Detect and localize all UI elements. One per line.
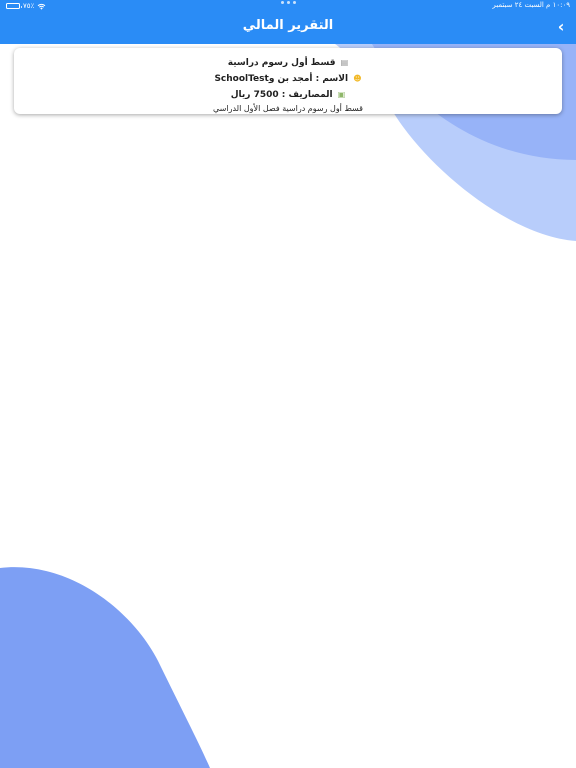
background-decoration xyxy=(0,44,576,768)
status-bar: ٧٥٪ ١٠:٠٩ م السبت ٢٤ سبتمبر xyxy=(0,0,576,12)
money-icon: ▣ xyxy=(337,90,346,99)
wifi-icon xyxy=(37,3,46,10)
battery-percent: ٧٥٪ xyxy=(23,2,35,10)
installment-title: قسط أول رسوم دراسية xyxy=(227,58,336,68)
document-icon: ▤ xyxy=(340,58,349,67)
status-icons: ٧٥٪ xyxy=(6,2,46,10)
back-button[interactable]: ‹ xyxy=(554,17,568,37)
financial-report-card[interactable]: ▤ قسط أول رسوم دراسية ☻ الاسم : أمجد بن … xyxy=(14,48,562,114)
battery-icon xyxy=(6,3,22,9)
multitasking-dots-icon[interactable] xyxy=(281,1,296,4)
card-description: قسط أول رسوم دراسية فصل الأول الدراسي xyxy=(212,104,363,113)
card-name-row: ☻ الاسم : أمجد بن وSchoolTest xyxy=(14,71,562,87)
expenses-amount: المصاريف : 7500 ريال xyxy=(230,90,333,100)
page-title: التقرير المالي xyxy=(242,18,334,33)
card-title-row: ▤ قسط أول رسوم دراسية xyxy=(14,55,562,71)
bottom-left-blob xyxy=(0,567,210,768)
student-name: الاسم : أمجد بن وSchoolTest xyxy=(214,74,349,84)
smiley-face-icon: ☻ xyxy=(353,74,362,83)
status-time-date: ١٠:٠٩ م السبت ٢٤ سبتمبر xyxy=(492,1,570,9)
navigation-bar: التقرير المالي ‹ xyxy=(0,12,576,44)
chevron-right-icon: ‹ xyxy=(557,17,565,36)
card-expenses-row: ▣ المصاريف : 7500 ريال xyxy=(14,87,562,103)
